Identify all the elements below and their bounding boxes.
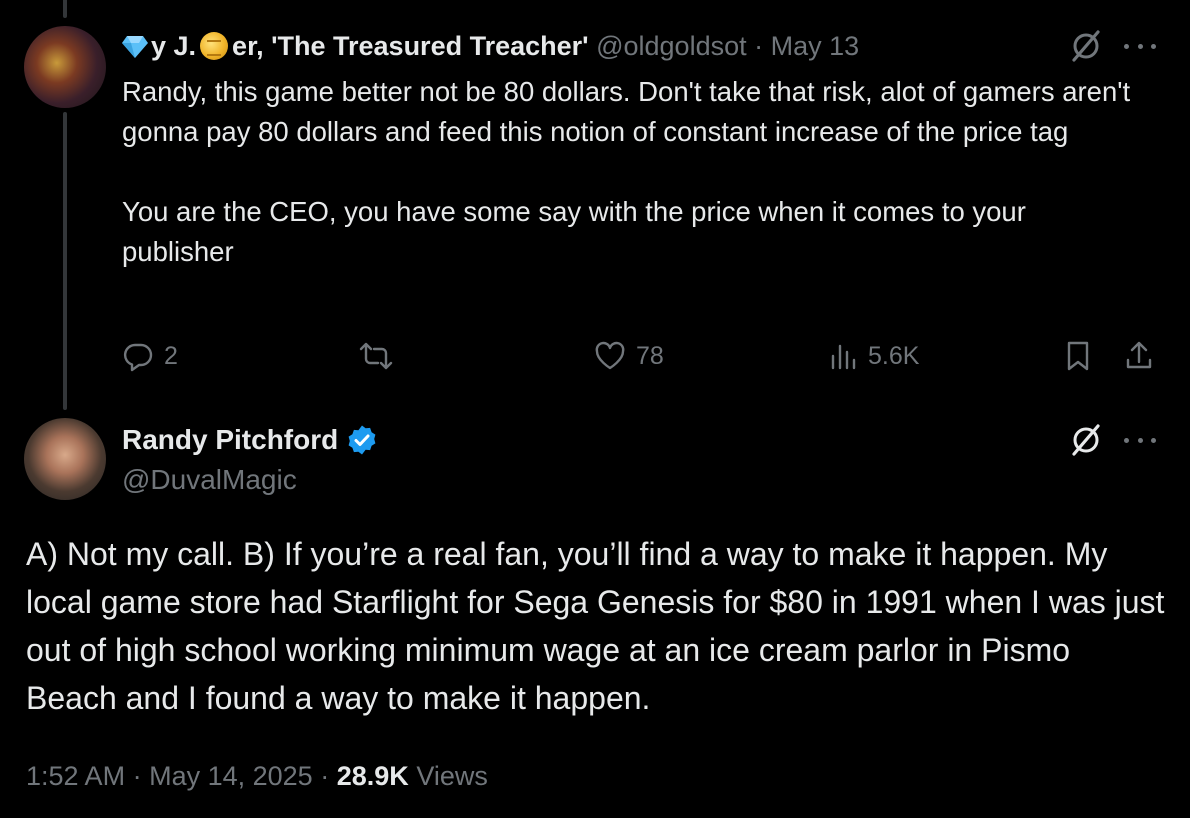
- views-icon: [831, 344, 856, 370]
- thread-line-top: [63, 0, 67, 18]
- reply-date[interactable]: May 13: [771, 31, 860, 61]
- like-icon: [595, 341, 625, 370]
- views-button[interactable]: 5.6K: [830, 336, 919, 376]
- more-icon[interactable]: [1124, 428, 1156, 452]
- share-button[interactable]: [1124, 336, 1154, 376]
- reply-count: 2: [164, 341, 178, 370]
- main-tweet-text: A) Not my call. B) If you’re a real fan,…: [26, 536, 1174, 716]
- main-tweet-author: Randy Pitchford: [122, 422, 378, 458]
- main-display-name[interactable]: Randy Pitchford: [122, 422, 338, 458]
- retweet-button[interactable]: [358, 336, 404, 376]
- coin-emoji-icon: [200, 32, 229, 60]
- main-handle[interactable]: @DuvalMagic: [122, 462, 297, 498]
- reply-button[interactable]: 2: [122, 336, 178, 376]
- like-count: 78: [636, 341, 664, 370]
- tweet-time[interactable]: 1:52 AM: [26, 761, 125, 791]
- more-icon[interactable]: [1124, 34, 1156, 58]
- bookmark-button[interactable]: [1064, 336, 1092, 376]
- verified-badge-icon[interactable]: [346, 424, 378, 456]
- thread-line: [63, 112, 67, 410]
- views-label: Views: [416, 761, 488, 791]
- avatar-oldgoldsot[interactable]: [24, 26, 106, 108]
- reply-handle[interactable]: @oldgoldsot: [596, 31, 747, 61]
- like-button[interactable]: 78: [594, 336, 664, 376]
- separator-dot: ·: [132, 761, 142, 791]
- views-total: 28.9K: [336, 761, 409, 791]
- separator-dot: ·: [754, 31, 764, 61]
- grok-icon[interactable]: [1068, 28, 1104, 64]
- views-count: 5.6K: [868, 341, 920, 370]
- reply-display-name-part2[interactable]: er, 'The Treasured Treacher': [232, 31, 589, 61]
- bookmark-icon: [1067, 341, 1089, 371]
- share-icon: [1126, 341, 1152, 369]
- tweet-metadata: 1:52 AM · May 14, 2025 · 28.9K Views: [26, 756, 488, 796]
- reply-display-name-part1[interactable]: y J.: [151, 31, 196, 61]
- reply-tweet-header: y J. er, 'The Treasured Treacher' @oldgol…: [122, 28, 859, 64]
- tweet-date[interactable]: May 14, 2025: [149, 761, 313, 791]
- diamond-emoji-icon: [122, 31, 148, 58]
- grok-icon[interactable]: [1068, 422, 1104, 458]
- separator-dot: ·: [320, 761, 330, 791]
- reply-icon: [123, 343, 153, 372]
- retweet-icon: [359, 342, 393, 370]
- reply-tweet-text: Randy, this game better not be 80 dollar…: [122, 76, 1131, 267]
- avatar-duvalmagic[interactable]: [24, 418, 106, 500]
